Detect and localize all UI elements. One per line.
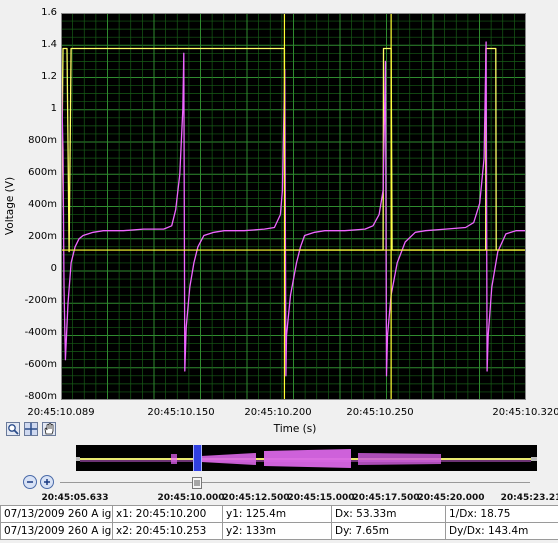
y-tick: -800m [24, 391, 57, 402]
x-tick: 20:45:10.320 [492, 407, 558, 418]
y-tick: 1.6 [41, 7, 57, 18]
cursor-x: x2: 20:45:10.253 [112, 522, 223, 540]
y-tick: -400m [24, 327, 57, 338]
cursor-y: y2: 133m [222, 522, 332, 540]
overview-tick: 20:45:15.000 [287, 493, 355, 503]
overview-window[interactable] [193, 445, 202, 471]
overview-tick: 20:45:12.500 [222, 493, 290, 503]
y-tick: 1.2 [41, 71, 57, 82]
cursor-delta: Dy: 7.65m [331, 522, 446, 540]
cursor-delta: Dx: 53.33m [331, 505, 446, 523]
y-tick-labels: 1.6 1.4 1.2 1 800m 600m 400m 200m 0 -200… [0, 0, 57, 420]
cursor-crosshair-icon[interactable] [24, 422, 38, 436]
overview-scrollbar[interactable] [60, 482, 530, 487]
overview-tick: 20:45:10.000 [157, 493, 225, 503]
y-tick: -200m [24, 295, 57, 306]
pan-hand-icon[interactable] [42, 422, 56, 436]
overview-tick: 20:45:20.000 [417, 493, 485, 503]
table-row[interactable]: 07/13/2009 260 A ign x1: 20:45:10.200 y1… [0, 505, 558, 523]
zoom-out-icon[interactable] [23, 475, 37, 489]
overview-tick: 20:45:05.633 [41, 493, 109, 503]
y-tick: 200m [28, 231, 57, 242]
cursor-table: 07/13/2009 260 A ign x1: 20:45:10.200 y1… [0, 505, 558, 540]
cursor-channel[interactable]: 07/13/2009 260 A ign [0, 505, 113, 523]
x-tick: 20:45:10.250 [346, 407, 414, 418]
x-tick: 20:45:10.150 [147, 407, 215, 418]
x-axis-label: Time (s) [273, 423, 317, 435]
x-tick: 20:45:10.089 [27, 407, 95, 418]
scroll-thumb[interactable] [192, 477, 202, 489]
zoom-in-icon[interactable] [40, 475, 54, 489]
cursor-x: x1: 20:45:10.200 [112, 505, 223, 523]
y-tick: -600m [24, 359, 57, 370]
cursor-y: y1: 125.4m [222, 505, 332, 523]
y-tick: 400m [28, 199, 57, 210]
y-tick: 800m [28, 135, 57, 146]
y-tick: 1 [50, 103, 57, 114]
overview-tick: 20:45:23.21 [500, 493, 558, 503]
cursor-extra: Dy/Dx: 143.4m [445, 522, 558, 540]
y-tick: 600m [28, 167, 57, 178]
plot-area[interactable] [61, 13, 526, 400]
cursor-channel[interactable]: 07/13/2009 260 A ign [0, 522, 113, 540]
x-tick: 20:45:10.200 [244, 407, 312, 418]
table-row[interactable]: 07/13/2009 260 A ign x2: 20:45:10.253 y2… [0, 522, 558, 540]
y-tick: 0 [50, 263, 57, 274]
zoom-icon[interactable] [6, 422, 20, 436]
cursor-extra: 1/Dx: 18.75 [445, 505, 558, 523]
overview-tick: 20:45:17.500 [352, 493, 420, 503]
overview-strip[interactable] [76, 445, 537, 471]
y-tick: 1.4 [41, 39, 57, 50]
